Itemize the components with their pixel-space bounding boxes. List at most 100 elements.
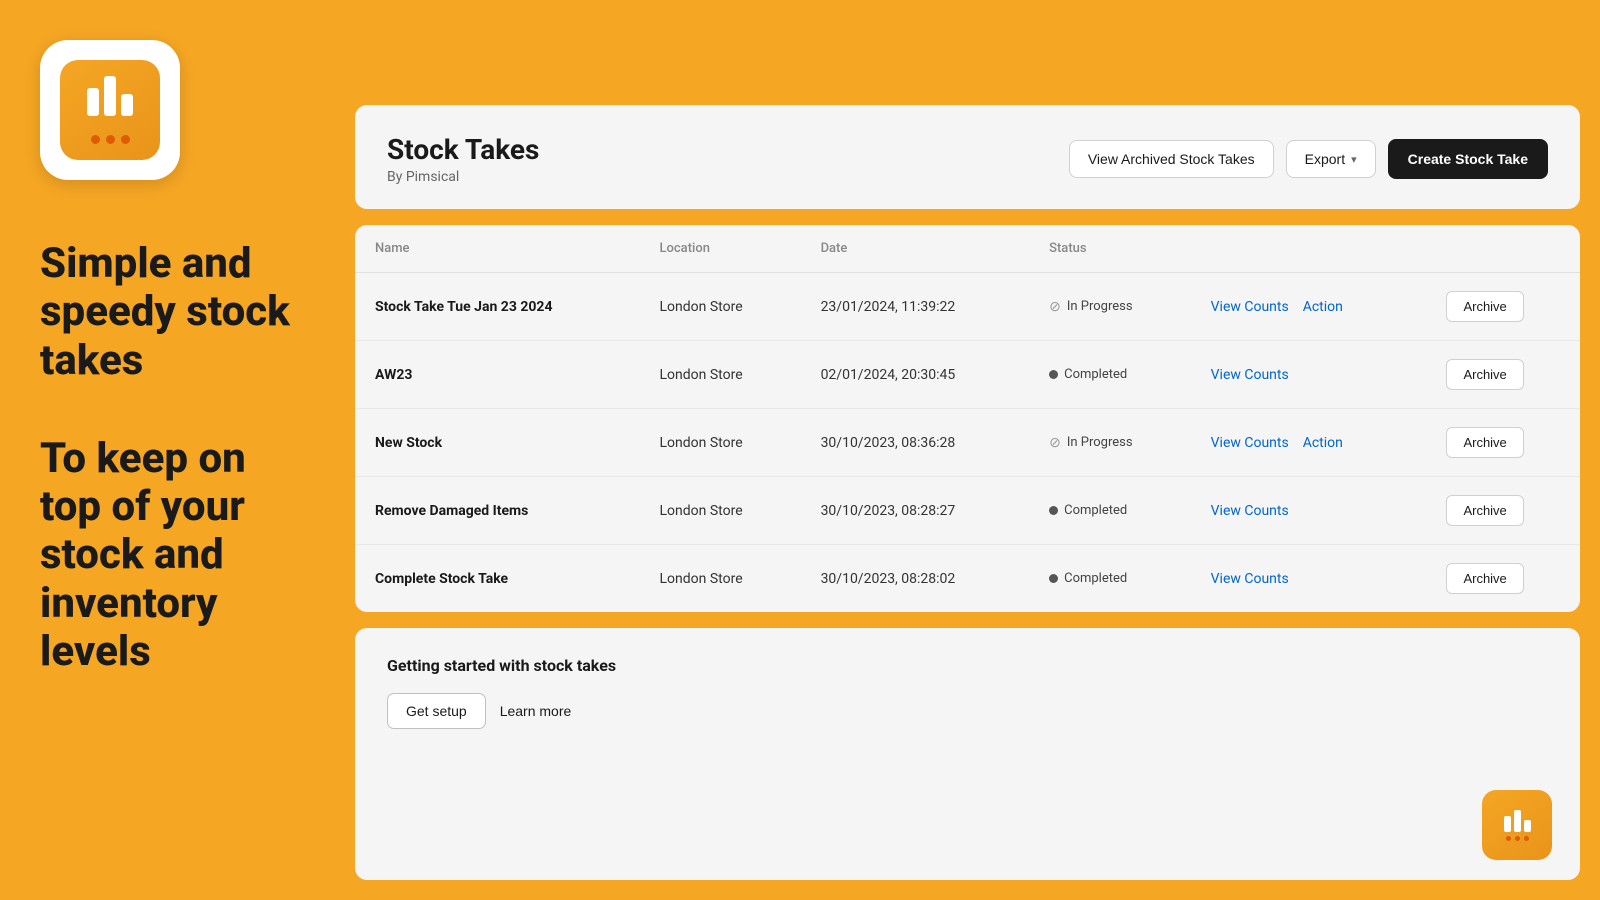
- cell-name: AW23: [355, 341, 640, 409]
- logo-dots: [91, 135, 130, 144]
- in-progress-icon: ⊘: [1049, 435, 1061, 451]
- view-counts-link[interactable]: View Counts: [1211, 503, 1289, 519]
- col-archive: [1426, 225, 1580, 273]
- header-card: Stock Takes By Pimsical View Archived St…: [355, 105, 1580, 209]
- completed-dot: [1049, 574, 1058, 583]
- getting-started-actions: Get setup Learn more: [387, 693, 1548, 729]
- getting-started-card: Getting started with stock takes Get set…: [355, 628, 1580, 880]
- cell-status: Completed: [1029, 545, 1191, 613]
- cell-status: ⊘ In Progress: [1029, 273, 1191, 341]
- logo-bars: [87, 76, 133, 124]
- logo-dot-2: [106, 135, 115, 144]
- cell-date: 30/10/2023, 08:36:28: [801, 409, 1030, 477]
- status-badge: ⊘ In Progress: [1049, 299, 1132, 315]
- row-actions: View Counts Action: [1211, 299, 1407, 315]
- view-counts-link[interactable]: View Counts: [1211, 435, 1289, 451]
- logo-dot-3: [121, 135, 130, 144]
- archive-button[interactable]: Archive: [1446, 291, 1523, 322]
- logo-bar-2: [104, 76, 116, 116]
- learn-more-button[interactable]: Learn more: [496, 693, 576, 729]
- status-badge: ⊘ In Progress: [1049, 435, 1132, 451]
- export-button[interactable]: Export ▾: [1286, 140, 1376, 178]
- cell-archive: Archive: [1426, 341, 1580, 409]
- row-actions: View Counts: [1211, 367, 1407, 383]
- cell-actions: View Counts: [1191, 341, 1427, 409]
- row-actions: View Counts: [1211, 503, 1407, 519]
- gs-logo-inner: [1504, 810, 1531, 841]
- cell-date: 02/01/2024, 20:30:45: [801, 341, 1030, 409]
- logo-bar-1: [87, 88, 99, 116]
- create-stock-take-button[interactable]: Create Stock Take: [1388, 139, 1548, 179]
- logo-bar-3: [121, 94, 133, 116]
- gs-bar-2: [1514, 810, 1521, 832]
- table-header-row: Name Location Date Status: [355, 225, 1580, 273]
- cell-actions: View Counts: [1191, 477, 1427, 545]
- cell-archive: Archive: [1426, 409, 1580, 477]
- cell-actions: View Counts Action: [1191, 409, 1427, 477]
- cell-location: London Store: [640, 409, 801, 477]
- row-actions: View Counts: [1211, 571, 1407, 587]
- table-row: AW23 London Store 02/01/2024, 20:30:45 C…: [355, 341, 1580, 409]
- stock-takes-table-card: Name Location Date Status Stock Take Tue…: [355, 225, 1580, 612]
- cell-archive: Archive: [1426, 545, 1580, 613]
- col-status: Status: [1029, 225, 1191, 273]
- gs-dot-3: [1524, 836, 1529, 841]
- cell-archive: Archive: [1426, 477, 1580, 545]
- cell-location: London Store: [640, 273, 801, 341]
- view-counts-link[interactable]: View Counts: [1211, 367, 1289, 383]
- export-chevron-icon: ▾: [1351, 153, 1357, 166]
- view-archived-button[interactable]: View Archived Stock Takes: [1069, 140, 1274, 178]
- archive-button[interactable]: Archive: [1446, 495, 1523, 526]
- cell-date: 30/10/2023, 08:28:27: [801, 477, 1030, 545]
- in-progress-icon: ⊘: [1049, 299, 1061, 315]
- table-row: Remove Damaged Items London Store 30/10/…: [355, 477, 1580, 545]
- cell-location: London Store: [640, 545, 801, 613]
- cell-name: Remove Damaged Items: [355, 477, 640, 545]
- gs-bar-1: [1504, 816, 1511, 832]
- status-badge: Completed: [1049, 571, 1127, 586]
- gs-dot-1: [1506, 836, 1511, 841]
- col-date: Date: [801, 225, 1030, 273]
- page-title: Stock Takes: [387, 133, 539, 166]
- cell-status: Completed: [1029, 341, 1191, 409]
- view-counts-link[interactable]: View Counts: [1211, 299, 1289, 315]
- cell-name: New Stock: [355, 409, 640, 477]
- table-row: Stock Take Tue Jan 23 2024 London Store …: [355, 273, 1580, 341]
- page-title-area: Stock Takes By Pimsical: [387, 133, 539, 185]
- cell-date: 23/01/2024, 11:39:22: [801, 273, 1030, 341]
- completed-dot: [1049, 370, 1058, 379]
- archive-button[interactable]: Archive: [1446, 563, 1523, 594]
- archive-button[interactable]: Archive: [1446, 427, 1523, 458]
- cell-actions: View Counts: [1191, 545, 1427, 613]
- header-actions: View Archived Stock Takes Export ▾ Creat…: [1069, 139, 1548, 179]
- cell-status: ⊘ In Progress: [1029, 409, 1191, 477]
- cell-archive: Archive: [1426, 273, 1580, 341]
- right-panel: Stock Takes By Pimsical View Archived St…: [355, 105, 1580, 880]
- row-actions: View Counts Action: [1211, 435, 1407, 451]
- cell-status: Completed: [1029, 477, 1191, 545]
- cell-name: Complete Stock Take: [355, 545, 640, 613]
- tagline-1: Simple and speedy stock takes: [40, 240, 310, 385]
- app-logo-container: [40, 40, 180, 180]
- gs-dots: [1506, 836, 1529, 841]
- stock-takes-table: Name Location Date Status Stock Take Tue…: [355, 225, 1580, 612]
- getting-started-title: Getting started with stock takes: [387, 656, 1548, 675]
- get-setup-button[interactable]: Get setup: [387, 693, 486, 729]
- page-subtitle: By Pimsical: [387, 169, 539, 185]
- app-logo: [60, 60, 160, 160]
- gs-bars: [1504, 810, 1531, 832]
- archive-button[interactable]: Archive: [1446, 359, 1523, 390]
- cell-date: 30/10/2023, 08:28:02: [801, 545, 1030, 613]
- action-link[interactable]: Action: [1303, 299, 1343, 315]
- view-counts-link[interactable]: View Counts: [1211, 571, 1289, 587]
- gs-dot-2: [1515, 836, 1520, 841]
- getting-started-logo: [1482, 790, 1552, 860]
- cell-location: London Store: [640, 341, 801, 409]
- table-row: Complete Stock Take London Store 30/10/2…: [355, 545, 1580, 613]
- col-name: Name: [355, 225, 640, 273]
- col-location: Location: [640, 225, 801, 273]
- cell-location: London Store: [640, 477, 801, 545]
- status-badge: Completed: [1049, 503, 1127, 518]
- col-actions: [1191, 225, 1427, 273]
- action-link[interactable]: Action: [1303, 435, 1343, 451]
